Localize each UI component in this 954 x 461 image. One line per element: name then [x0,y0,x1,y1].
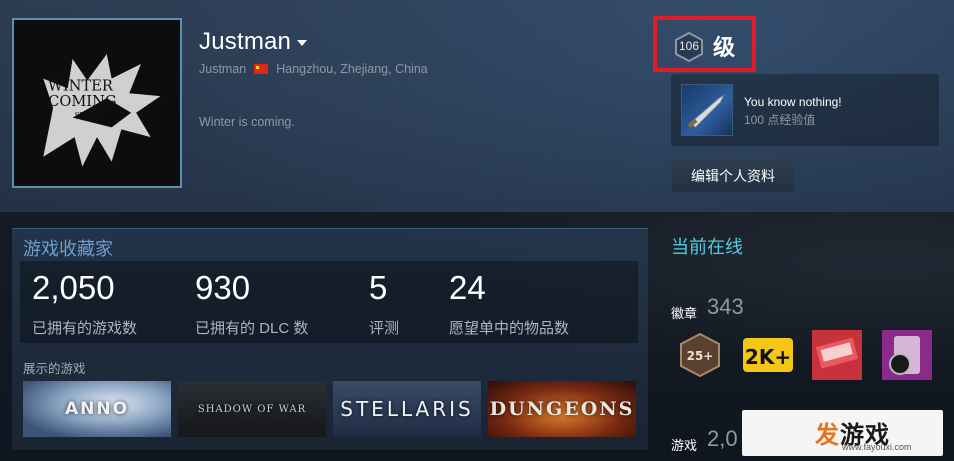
profile-level[interactable]: 106 级 [653,16,756,72]
online-status: 当前在线 [671,237,743,257]
showcase-stats: 2,050 已拥有的游戏数 930 已拥有的 DLC 数 5 评测 24 愿望单… [20,261,638,343]
red-game-card-badge-icon[interactable] [810,328,864,382]
edit-profile-button[interactable]: 编辑个人资料 [672,159,794,192]
level-number: 106 [678,39,700,53]
games-link[interactable]: 游戏 [671,435,697,454]
watermark-brand-first: 发 [815,422,840,449]
location: Hangzhou, Zhejiang, China [276,62,428,76]
favorite-badge-title: You know nothing! [744,95,842,109]
favorite-badge-xp: 100 点经验值 [744,113,816,127]
years-of-service-badge-icon[interactable]: 25+ [673,328,727,382]
dagger-badge-icon [681,84,733,136]
real-name-location: Justman Hangzhou, Zhejiang, China [199,62,428,76]
persona-name-dropdown[interactable]: Justman [199,28,308,56]
game-capsule-title: SHADOW OF WAR [197,403,307,415]
game-capsule-title: DUNGEONS [489,398,635,420]
game-collector-showcase: 游戏收藏家 2,050 已拥有的游戏数 930 已拥有的 DLC 数 5 评测 … [12,228,648,450]
persona-name: Justman [199,28,292,55]
stat-value: 930 [195,269,251,306]
profile-summary: Winter is coming. [199,115,295,129]
badge-text-25: 25+ [687,349,714,363]
avatar-text-coming: COMING [48,93,116,110]
game-capsule-stellaris[interactable]: STELLARIS [333,381,481,437]
showcase-title: 游戏收藏家 [23,239,113,259]
game-capsule-title: STELLARIS [340,397,474,421]
stat-value: 5 [369,269,388,306]
badges-link[interactable]: 徽章 [671,303,697,322]
stat-label: 评测 [369,320,400,337]
featured-games-label: 展示的游戏 [23,362,86,376]
stat-label: 愿望单中的物品数 [449,320,570,337]
avatar-text-stark: STARK [74,111,102,120]
stat-value: 2,050 [32,269,115,306]
wolf-sigil-icon: WINTER COMING STARK [14,20,180,186]
caret-down-icon [297,39,308,46]
game-capsule-shadow-of-war[interactable]: SHADOW OF WAR [178,381,326,437]
profile-avatar[interactable]: WINTER COMING STARK [12,18,182,188]
favorite-badge[interactable]: You know nothing! 100 点经验值 [671,74,939,146]
game-capsule-dungeons[interactable]: DUNGEONS [488,381,636,437]
badge-text-2k: 2K+ [745,345,791,369]
china-flag-icon [254,64,269,74]
watermark-url: www.fayouxi.com [842,442,912,452]
real-name: Justman [199,62,247,76]
game-capsule-title: ANNO [64,399,130,419]
purple-game-badge-icon[interactable] [880,328,934,382]
avatar-text-winter: WINTER [48,77,114,94]
stat-label: 已拥有的游戏数 [32,320,138,337]
level-label: 级 [713,35,736,60]
stat-value: 24 [449,269,486,306]
badges-count[interactable]: 343 [707,294,744,320]
2k-games-badge-icon[interactable]: 2K+ [741,328,795,382]
game-capsule-anno[interactable]: ANNO [23,381,171,437]
stat-label: 已拥有的 DLC 数 [195,320,309,337]
games-count[interactable]: 2,0 [707,426,738,452]
watermark: 发游戏 www.fayouxi.com [742,410,943,456]
